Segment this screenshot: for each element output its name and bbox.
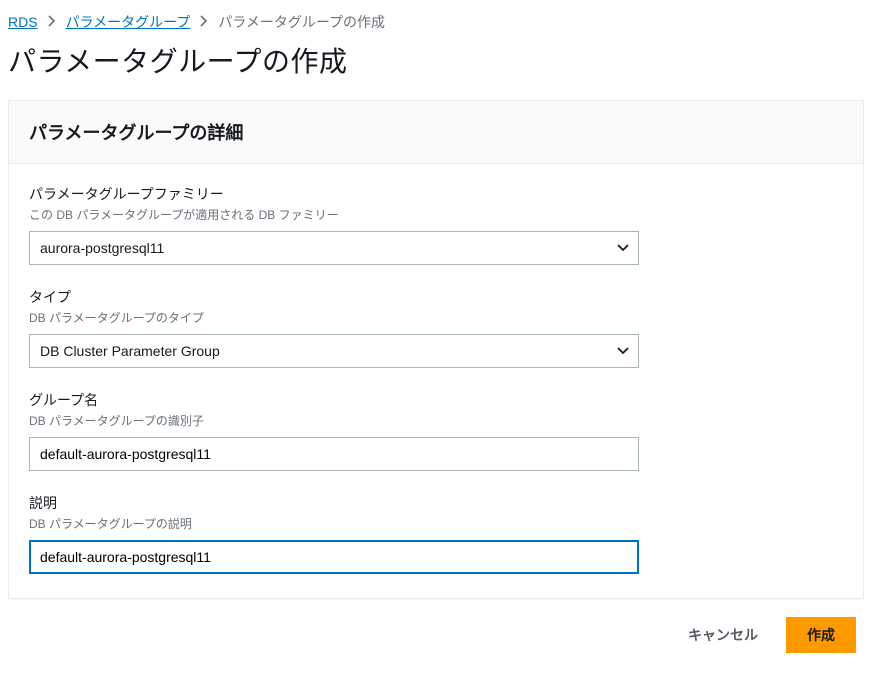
family-select-value: aurora-postgresql11 — [29, 231, 639, 265]
description-label: 説明 — [29, 493, 843, 513]
type-label: タイプ — [29, 287, 843, 307]
family-select[interactable]: aurora-postgresql11 — [29, 231, 639, 265]
group-name-label: グループ名 — [29, 390, 843, 410]
description-help: DB パラメータグループの説明 — [29, 515, 843, 532]
panel-title: パラメータグループの詳細 — [29, 119, 843, 145]
details-panel: パラメータグループの詳細 パラメータグループファミリー この DB パラメータグ… — [8, 100, 864, 599]
family-help: この DB パラメータグループが適用される DB ファミリー — [29, 206, 843, 223]
panel-header: パラメータグループの詳細 — [9, 101, 863, 164]
description-input[interactable] — [29, 540, 639, 574]
group-name-input[interactable] — [29, 437, 639, 471]
create-button[interactable]: 作成 — [786, 617, 856, 653]
family-label: パラメータグループファミリー — [29, 184, 843, 204]
breadcrumb-root-link[interactable]: RDS — [8, 14, 38, 30]
family-field: パラメータグループファミリー この DB パラメータグループが適用される DB … — [29, 184, 843, 265]
description-field: 説明 DB パラメータグループの説明 — [29, 493, 843, 574]
cancel-button[interactable]: キャンセル — [676, 617, 770, 653]
panel-body: パラメータグループファミリー この DB パラメータグループが適用される DB … — [9, 164, 863, 598]
breadcrumb-current: パラメータグループの作成 — [218, 12, 385, 32]
chevron-right-icon — [200, 14, 208, 30]
type-help: DB パラメータグループのタイプ — [29, 309, 843, 326]
type-field: タイプ DB パラメータグループのタイプ DB Cluster Paramete… — [29, 287, 843, 368]
group-name-field: グループ名 DB パラメータグループの識別子 — [29, 390, 843, 471]
footer-actions: キャンセル 作成 — [8, 599, 864, 661]
type-select-value: DB Cluster Parameter Group — [29, 334, 639, 368]
breadcrumb-parent-link[interactable]: パラメータグループ — [66, 12, 191, 32]
group-name-help: DB パラメータグループの識別子 — [29, 412, 843, 429]
breadcrumb: RDS パラメータグループ パラメータグループの作成 — [8, 12, 864, 32]
chevron-right-icon — [48, 14, 56, 30]
page-title: パラメータグループの作成 — [8, 40, 864, 80]
type-select[interactable]: DB Cluster Parameter Group — [29, 334, 639, 368]
